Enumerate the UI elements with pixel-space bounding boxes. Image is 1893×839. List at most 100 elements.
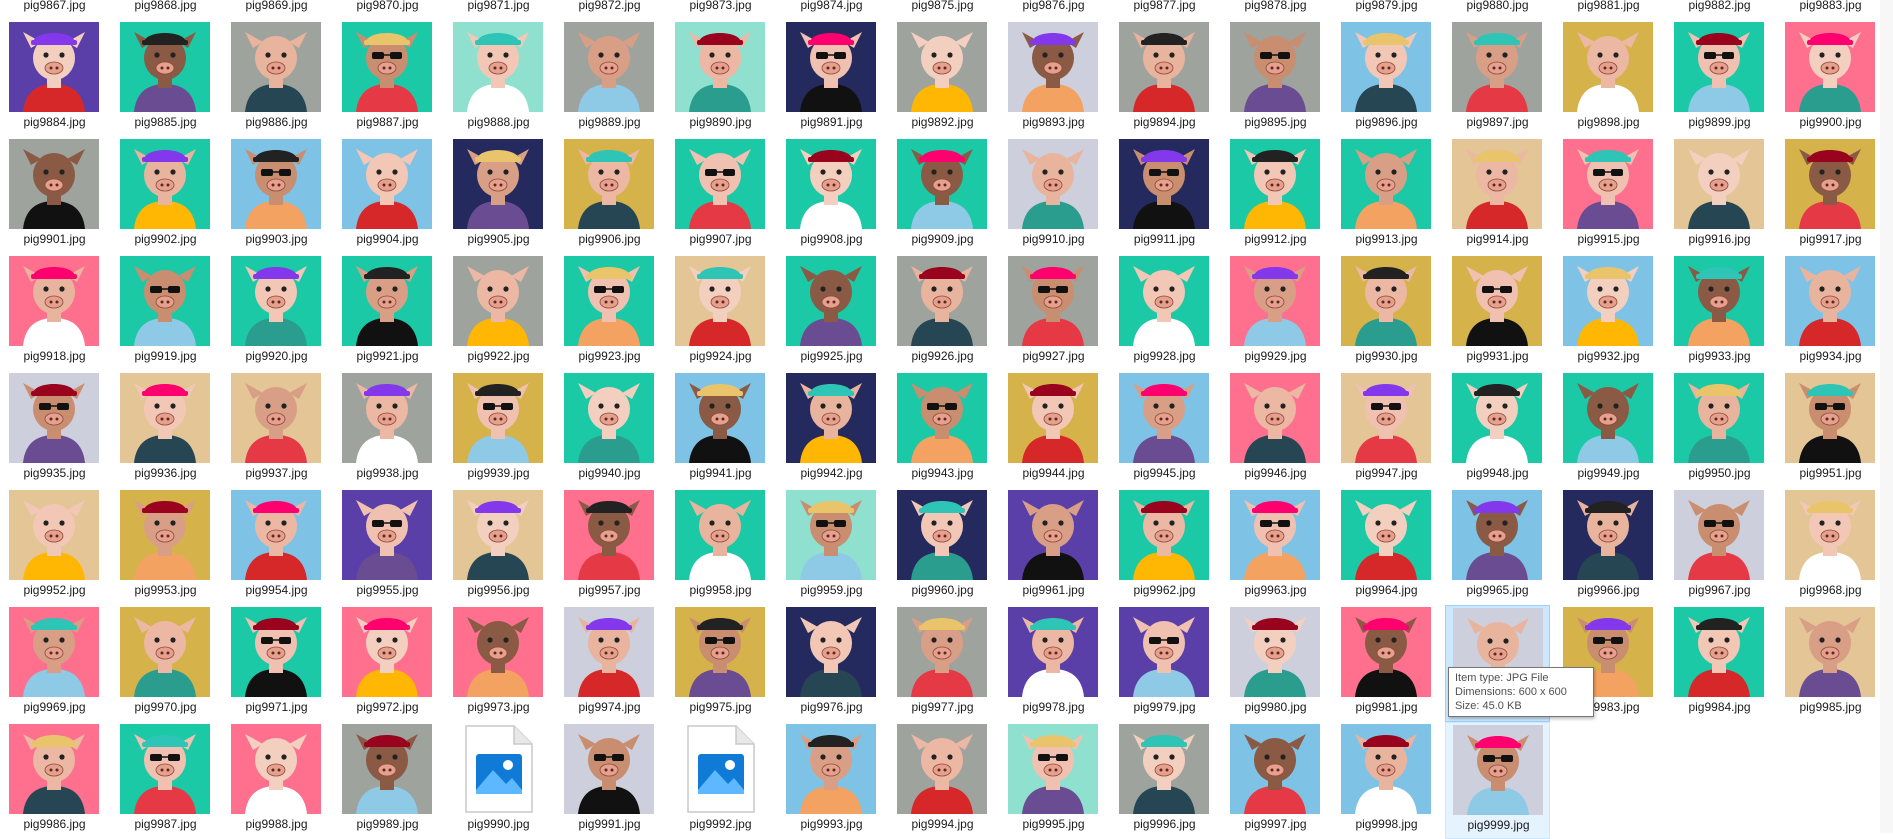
file-item[interactable]: pig9890.jpg: [668, 20, 773, 137]
file-item[interactable]: pig9915.jpg: [1556, 137, 1661, 254]
file-item[interactable]: pig9968.jpg: [1778, 488, 1883, 605]
file-item[interactable]: pig9900.jpg: [1778, 20, 1883, 137]
file-item[interactable]: pig9998.jpg: [1334, 722, 1439, 839]
file-item[interactable]: pig9994.jpg: [890, 722, 995, 839]
file-item[interactable]: pig9923.jpg: [557, 254, 662, 371]
file-item[interactable]: pig9993.jpg: [779, 722, 884, 839]
file-item[interactable]: pig9978.jpg: [1001, 605, 1106, 722]
file-item[interactable]: pig9966.jpg: [1556, 488, 1661, 605]
file-item[interactable]: pig9949.jpg: [1556, 371, 1661, 488]
file-item[interactable]: pig9916.jpg: [1667, 137, 1772, 254]
file-item[interactable]: pig9929.jpg: [1223, 254, 1328, 371]
file-item[interactable]: pig9910.jpg: [1001, 137, 1106, 254]
file-item[interactable]: pig9956.jpg: [446, 488, 551, 605]
file-item[interactable]: pig9897.jpg: [1445, 20, 1550, 137]
file-item[interactable]: pig9895.jpg: [1223, 20, 1328, 137]
file-item[interactable]: pig9881.jpg: [1556, 0, 1661, 20]
file-item[interactable]: pig9901.jpg: [2, 137, 107, 254]
file-item[interactable]: pig9945.jpg: [1112, 371, 1217, 488]
file-item[interactable]: pig9892.jpg: [890, 20, 995, 137]
file-item[interactable]: pig9946.jpg: [1223, 371, 1328, 488]
file-item[interactable]: pig9903.jpg: [224, 137, 329, 254]
file-item[interactable]: pig9948.jpg: [1445, 371, 1550, 488]
file-item[interactable]: pig9927.jpg: [1001, 254, 1106, 371]
file-item[interactable]: pig9893.jpg: [1001, 20, 1106, 137]
file-item[interactable]: pig9986.jpg: [2, 722, 107, 839]
file-item[interactable]: pig9972.jpg: [335, 605, 440, 722]
file-item[interactable]: pig9995.jpg: [1001, 722, 1106, 839]
file-item[interactable]: pig9909.jpg: [890, 137, 995, 254]
file-item[interactable]: pig9940.jpg: [557, 371, 662, 488]
file-item[interactable]: pig9880.jpg: [1445, 0, 1550, 20]
file-item[interactable]: pig9875.jpg: [890, 0, 995, 20]
file-item[interactable]: pig9886.jpg: [224, 20, 329, 137]
file-item[interactable]: pig9885.jpg: [113, 20, 218, 137]
file-item[interactable]: pig9985.jpg: [1778, 605, 1883, 722]
file-item[interactable]: pig9913.jpg: [1334, 137, 1439, 254]
file-item[interactable]: pig9902.jpg: [113, 137, 218, 254]
file-item[interactable]: pig9891.jpg: [779, 20, 884, 137]
file-item[interactable]: pig9887.jpg: [335, 20, 440, 137]
file-item[interactable]: pig9943.jpg: [890, 371, 995, 488]
file-item[interactable]: pig9954.jpg: [224, 488, 329, 605]
file-item[interactable]: pig9911.jpg: [1112, 137, 1217, 254]
file-item[interactable]: pig9951.jpg: [1778, 371, 1883, 488]
file-item[interactable]: pig9868.jpg: [113, 0, 218, 20]
file-item[interactable]: pig9942.jpg: [779, 371, 884, 488]
vertical-scrollbar[interactable]: [1880, 0, 1893, 833]
file-item[interactable]: pig9989.jpg: [335, 722, 440, 839]
file-item[interactable]: pig9939.jpg: [446, 371, 551, 488]
file-item[interactable]: pig9867.jpg: [2, 0, 107, 20]
file-item[interactable]: pig9931.jpg: [1445, 254, 1550, 371]
file-item[interactable]: pig9967.jpg: [1667, 488, 1772, 605]
file-item[interactable]: pig9905.jpg: [446, 137, 551, 254]
file-item[interactable]: pig9962.jpg: [1112, 488, 1217, 605]
file-item[interactable]: pig9930.jpg: [1334, 254, 1439, 371]
file-item[interactable]: pig9959.jpg: [779, 488, 884, 605]
file-item[interactable]: pig9894.jpg: [1112, 20, 1217, 137]
file-item[interactable]: pig9899.jpg: [1667, 20, 1772, 137]
file-item[interactable]: pig9873.jpg: [668, 0, 773, 20]
file-item[interactable]: pig9975.jpg: [668, 605, 773, 722]
file-item[interactable]: pig9921.jpg: [335, 254, 440, 371]
file-item[interactable]: pig9952.jpg: [2, 488, 107, 605]
file-item[interactable]: pig9906.jpg: [557, 137, 662, 254]
file-item[interactable]: pig9958.jpg: [668, 488, 773, 605]
file-item[interactable]: pig9979.jpg: [1112, 605, 1217, 722]
file-item[interactable]: pig9908.jpg: [779, 137, 884, 254]
file-item[interactable]: pig9935.jpg: [2, 371, 107, 488]
file-item[interactable]: pig9907.jpg: [668, 137, 773, 254]
file-item[interactable]: pig9877.jpg: [1112, 0, 1217, 20]
file-item[interactable]: pig9970.jpg: [113, 605, 218, 722]
file-item[interactable]: pig9914.jpg: [1445, 137, 1550, 254]
file-item[interactable]: pig9992.jpg: [668, 722, 773, 839]
file-item[interactable]: pig9924.jpg: [668, 254, 773, 371]
file-item[interactable]: pig9980.jpg: [1223, 605, 1328, 722]
file-item[interactable]: pig9917.jpg: [1778, 137, 1883, 254]
file-item[interactable]: pig9955.jpg: [335, 488, 440, 605]
file-item[interactable]: pig9888.jpg: [446, 20, 551, 137]
file-item[interactable]: pig9870.jpg: [335, 0, 440, 20]
file-item[interactable]: pig9991.jpg: [557, 722, 662, 839]
file-item[interactable]: pig9973.jpg: [446, 605, 551, 722]
file-item[interactable]: pig9882.jpg: [1667, 0, 1772, 20]
file-item[interactable]: pig9969.jpg: [2, 605, 107, 722]
file-item[interactable]: pig9928.jpg: [1112, 254, 1217, 371]
file-item[interactable]: pig9869.jpg: [224, 0, 329, 20]
file-item[interactable]: pig9926.jpg: [890, 254, 995, 371]
file-item[interactable]: pig9937.jpg: [224, 371, 329, 488]
file-item[interactable]: pig9977.jpg: [890, 605, 995, 722]
file-item[interactable]: pig9999.jpg: [1445, 722, 1550, 839]
file-item[interactable]: pig9974.jpg: [557, 605, 662, 722]
file-item[interactable]: pig9918.jpg: [2, 254, 107, 371]
file-item[interactable]: pig9953.jpg: [113, 488, 218, 605]
file-item[interactable]: pig9879.jpg: [1334, 0, 1439, 20]
file-item[interactable]: pig9947.jpg: [1334, 371, 1439, 488]
file-item[interactable]: pig9904.jpg: [335, 137, 440, 254]
file-item[interactable]: pig9971.jpg: [224, 605, 329, 722]
file-item[interactable]: pig9889.jpg: [557, 20, 662, 137]
file-item[interactable]: pig9961.jpg: [1001, 488, 1106, 605]
file-item[interactable]: pig9872.jpg: [557, 0, 662, 20]
file-item[interactable]: pig9936.jpg: [113, 371, 218, 488]
file-item[interactable]: pig9965.jpg: [1445, 488, 1550, 605]
